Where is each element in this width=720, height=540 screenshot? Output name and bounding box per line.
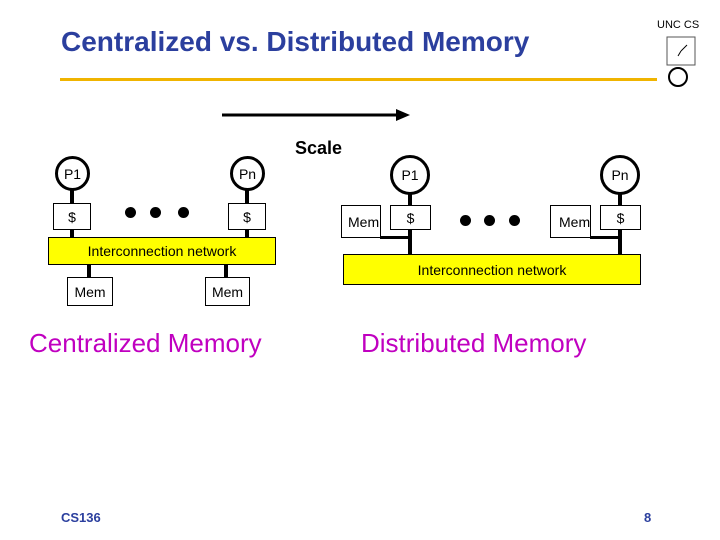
processor-pn: Pn [600,155,640,195]
ellipsis-dot [178,207,189,218]
ellipsis-dot [125,207,136,218]
slide-title: Centralized vs. Distributed Memory [61,26,530,57]
ellipsis-dot [460,215,471,226]
distributed-memory-label: Distributed Memory [361,328,587,358]
scale-arrow [222,109,410,121]
cache-p1: $ [53,203,91,230]
cache-p1: $ [390,205,431,230]
ellipsis-dot [509,215,520,226]
unicycle-clock-logo: UNC CS [657,19,699,87]
processor-p1: P1 [55,156,90,191]
cache-pn: $ [600,205,641,230]
processor-pn: Pn [230,156,265,191]
memory-1: Mem [341,205,381,238]
ellipsis-dot [484,215,495,226]
memory-1: Mem [67,277,113,306]
memory-2: Mem [550,205,591,238]
scale-label: Scale [295,138,343,158]
page-number: 8 [644,510,652,525]
centralized-memory-label: Centralized Memory [29,328,262,358]
interconnection-network: Interconnection network [343,254,641,285]
course-label: CS136 [61,510,101,525]
title-underline [60,78,657,81]
memory-2: Mem [205,277,250,306]
interconnection-network: Interconnection network [48,237,276,265]
processor-p1: P1 [390,155,430,195]
cache-pn: $ [228,203,266,230]
svg-text:UNC CS: UNC CS [657,19,699,31]
ellipsis-dot [150,207,161,218]
